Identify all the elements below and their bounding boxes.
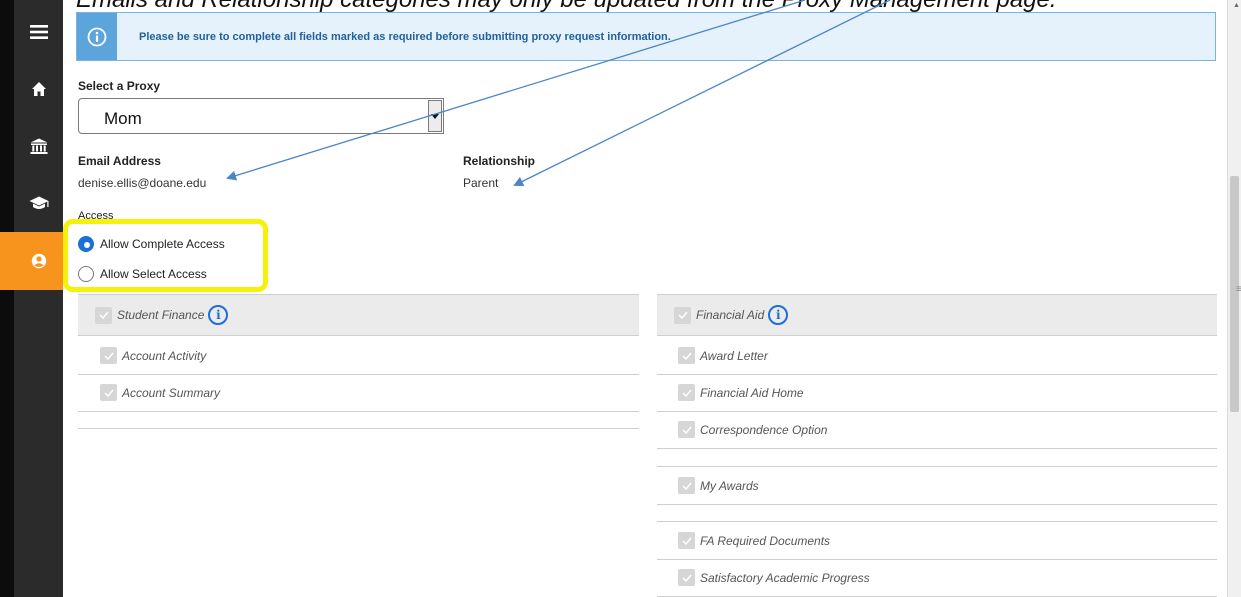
side-navigation xyxy=(14,0,63,597)
checkmark-icon xyxy=(103,352,114,360)
list-item-label: Correspondence Option xyxy=(700,422,828,437)
financial-aid-title: Financial Aid xyxy=(696,308,765,322)
checkmark-icon xyxy=(681,574,692,582)
nav-proxy-access[interactable] xyxy=(14,232,63,290)
proxy-access-page: ▲ ≡ Emails and Relationship categories m… xyxy=(0,0,1241,597)
list-item-label: Account Summary xyxy=(122,385,221,400)
menu-icon xyxy=(29,25,48,39)
list-item-label: Account Activity xyxy=(122,348,207,363)
info-icon[interactable]: i xyxy=(208,305,229,325)
student-finance-title: Student Finance xyxy=(117,308,205,322)
info-icon[interactable]: i xyxy=(768,305,789,325)
proxy-label: Select a Proxy xyxy=(78,79,161,93)
list-item-label: My Awards xyxy=(700,478,759,493)
checkbox[interactable] xyxy=(100,384,117,401)
list-divider xyxy=(657,449,1217,467)
list-item: Account Activity xyxy=(78,337,639,375)
checkbox[interactable] xyxy=(678,384,695,401)
list-item: Correspondence Option xyxy=(657,411,1217,449)
banner-icon-box xyxy=(77,13,117,60)
checkbox[interactable] xyxy=(678,421,695,438)
list-divider xyxy=(78,411,639,429)
checkbox[interactable] xyxy=(678,347,695,364)
checkmark-icon xyxy=(677,311,688,319)
user-circle-icon xyxy=(31,253,46,269)
checkbox[interactable] xyxy=(100,347,117,364)
checkbox[interactable] xyxy=(678,477,695,494)
checkmark-icon xyxy=(681,389,692,397)
financial-aid-header: Financial Aid i xyxy=(657,294,1217,336)
checkbox[interactable] xyxy=(678,532,695,549)
list-item: Account Summary xyxy=(78,374,639,412)
window-edge-accent xyxy=(0,232,14,290)
checkbox[interactable] xyxy=(678,569,695,586)
checkmark-icon xyxy=(681,426,692,434)
list-item-label: Satisfactory Academic Progress xyxy=(700,570,870,585)
checkmark-icon xyxy=(681,482,692,490)
bank-icon xyxy=(30,138,47,154)
list-item: Financial Aid Home xyxy=(657,374,1217,412)
student-finance-header: Student Finance i xyxy=(78,294,639,336)
email-value: denise.ellis@doane.edu xyxy=(78,176,207,190)
proxy-select-value: Mom xyxy=(104,109,142,128)
menu-button[interactable] xyxy=(14,3,63,61)
checkbox[interactable] xyxy=(95,306,112,324)
list-item: Award Letter xyxy=(657,337,1217,375)
relationship-label: Relationship xyxy=(463,154,536,168)
caret-down-icon xyxy=(431,113,439,119)
list-item: Satisfactory Academic Progress xyxy=(657,559,1217,597)
checkmark-icon xyxy=(681,352,692,360)
checkmark-icon xyxy=(98,311,109,319)
checkmark-icon xyxy=(681,537,692,545)
grip-icon[interactable]: ≡ xyxy=(1236,285,1241,295)
list-item-label: Financial Aid Home xyxy=(700,385,804,400)
graduation-cap-icon xyxy=(29,196,48,209)
list-item-label: FA Required Documents xyxy=(700,533,831,548)
nav-academics[interactable] xyxy=(14,174,63,232)
list-item: FA Required Documents xyxy=(657,522,1217,560)
checkmark-icon xyxy=(103,389,114,397)
info-icon xyxy=(87,27,107,46)
list-item: My Awards xyxy=(657,467,1217,505)
banner-message: Please be sure to complete all fields ma… xyxy=(139,30,671,43)
nav-finance[interactable] xyxy=(14,117,63,175)
scroll-up-arrow-icon[interactable]: ▲ xyxy=(1233,2,1240,9)
checkbox[interactable] xyxy=(674,306,691,324)
proxy-select-dropdown-button[interactable] xyxy=(428,100,442,132)
info-banner: Please be sure to complete all fields ma… xyxy=(76,12,1216,61)
email-label: Email Address xyxy=(78,154,161,168)
highlight-annotation xyxy=(63,219,268,292)
relationship-value: Parent xyxy=(463,176,499,190)
nav-home[interactable] xyxy=(14,60,63,118)
window-edge xyxy=(0,0,14,597)
list-item-label: Award Letter xyxy=(700,348,768,363)
home-icon xyxy=(31,82,46,96)
list-divider xyxy=(657,504,1217,522)
